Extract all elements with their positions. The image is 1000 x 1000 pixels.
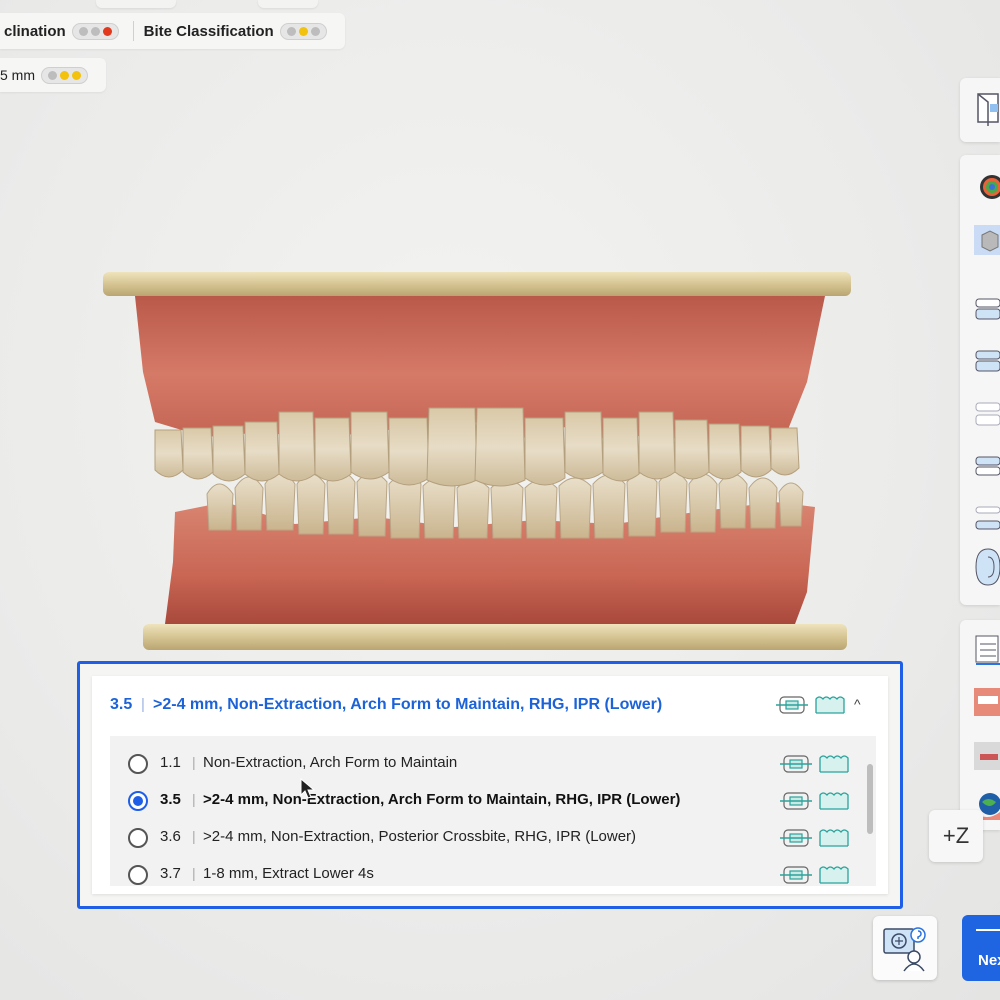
status-indicator	[279, 22, 327, 40]
chevron-up-icon[interactable]: ^	[854, 696, 861, 712]
option-radio[interactable]	[128, 754, 148, 774]
selected-option-code: 3.5	[110, 696, 133, 713]
next-button[interactable]: Nex	[962, 915, 1000, 981]
chip-bite-classification[interactable]: Bite Classification	[140, 22, 335, 40]
status-chip-bar-2: 5 mm	[0, 58, 106, 92]
option-code: 3.6	[160, 828, 181, 845]
treatment-option-row[interactable]: 1.1 | Non-Extraction, Arch Form to Maint…	[110, 748, 850, 782]
status-dot	[298, 26, 308, 36]
right-toolbar-views	[960, 155, 1000, 605]
lower-model-base	[143, 624, 847, 650]
color-map-icon[interactable]	[974, 171, 1000, 201]
option-description: >2-4 mm, Non-Extraction, Posterior Cross…	[203, 828, 637, 845]
chip-measurement[interactable]: 5 mm	[0, 66, 96, 84]
z-axis-button[interactable]: +Z	[929, 810, 983, 862]
status-dot	[60, 70, 69, 80]
option-radio[interactable]	[128, 791, 148, 811]
treatment-option-row[interactable]: 3.5 | >2-4 mm, Non-Extraction, Arch Form…	[110, 785, 850, 819]
right-toolbar-analysis	[960, 620, 1000, 830]
chip-inclination[interactable]: clination	[0, 22, 127, 40]
status-dot	[286, 26, 296, 36]
divider: |	[141, 696, 145, 713]
treatment-option-list[interactable]: 1.1 | Non-Extraction, Arch Form to Maint…	[110, 736, 876, 886]
bite-view-icon[interactable]	[974, 347, 1000, 377]
aligner-icon[interactable]	[814, 693, 846, 717]
brackets-icon	[780, 829, 812, 847]
status-dot	[310, 26, 320, 36]
status-chip-bar: clination Bite Classification	[0, 13, 345, 49]
aligner-icon	[819, 866, 849, 884]
upper-model-base	[103, 272, 851, 296]
model-view-icon[interactable]	[974, 90, 1000, 126]
option-description: 1-8 mm, Extract Lower 4s	[203, 865, 374, 882]
status-dot	[72, 70, 81, 80]
divider	[132, 21, 134, 41]
option-description: >2-4 mm, Non-Extraction, Arch Form to Ma…	[203, 791, 681, 808]
cube-view-icon[interactable]	[974, 225, 1000, 255]
option-code: 3.7	[160, 865, 181, 882]
chip-label: 5 mm	[0, 67, 35, 83]
brackets-icon	[780, 755, 812, 773]
consult-expert-icon	[883, 927, 926, 972]
divider: |	[192, 865, 196, 881]
aligner-icon	[819, 755, 849, 773]
aligner-icon	[819, 792, 849, 810]
chip-label: Bite Classification	[143, 22, 274, 40]
option-radio[interactable]	[128, 865, 148, 885]
treatment-option-card: 3.5 | >2-4 mm, Non-Extraction, Arch Form…	[92, 676, 888, 894]
brackets-icon[interactable]	[776, 693, 808, 717]
dental-model-viewport[interactable]	[95, 262, 855, 662]
treatment-option-row[interactable]: 3.7 | 1-8 mm, Extract Lower 4s	[110, 859, 850, 886]
occlusal-icon[interactable]	[974, 547, 1000, 586]
toolbar-stub-right	[258, 0, 318, 8]
status-dot	[102, 26, 112, 36]
treatment-panel-header[interactable]: 3.5 | >2-4 mm, Non-Extraction, Arch Form…	[92, 676, 888, 736]
chip-label: clination	[4, 22, 66, 40]
report-icon[interactable]	[974, 634, 1000, 665]
mouse-cursor-icon	[300, 778, 316, 799]
smile-photo-icon[interactable]	[974, 686, 1000, 716]
right-toolbar-top	[960, 78, 1000, 142]
lower-gingiva	[165, 502, 815, 624]
toolbar-stub-left	[96, 0, 176, 8]
aligner-icon	[819, 829, 849, 847]
divider: |	[192, 828, 196, 844]
z-axis-label: +Z	[942, 823, 970, 848]
divider: |	[192, 791, 196, 807]
status-dot	[78, 26, 88, 36]
next-label: Nex	[978, 952, 1000, 969]
status-indicator	[71, 22, 119, 40]
option-description: Non-Extraction, Arch Form to Maintain	[203, 754, 458, 771]
upper-arch-icon[interactable]	[974, 295, 1000, 325]
consult-button[interactable]	[873, 916, 937, 980]
treatment-option-row[interactable]: 3.6 | >2-4 mm, Non-Extraction, Posterior…	[110, 822, 850, 856]
option-radio[interactable]	[128, 828, 148, 848]
face-photo-icon[interactable]	[974, 740, 1000, 770]
divider: |	[192, 754, 196, 770]
selected-option-title: >2-4 mm, Non-Extraction, Arch Form to Ma…	[153, 696, 663, 713]
option-code: 3.5	[160, 791, 181, 808]
option-code: 1.1	[160, 754, 181, 771]
status-dot	[90, 26, 100, 36]
brackets-icon	[780, 792, 812, 810]
brackets-icon	[780, 866, 812, 884]
separate-view-icon[interactable]	[974, 451, 1000, 481]
lower-arch-icon[interactable]	[974, 399, 1000, 429]
treatment-option-panel: 3.5 | >2-4 mm, Non-Extraction, Arch Form…	[77, 661, 903, 909]
scrollbar-thumb[interactable]	[867, 764, 873, 834]
status-indicator	[41, 66, 88, 84]
stacked-view-icon[interactable]	[974, 503, 1000, 533]
status-dot	[48, 70, 57, 80]
next-indicator	[976, 929, 1000, 931]
